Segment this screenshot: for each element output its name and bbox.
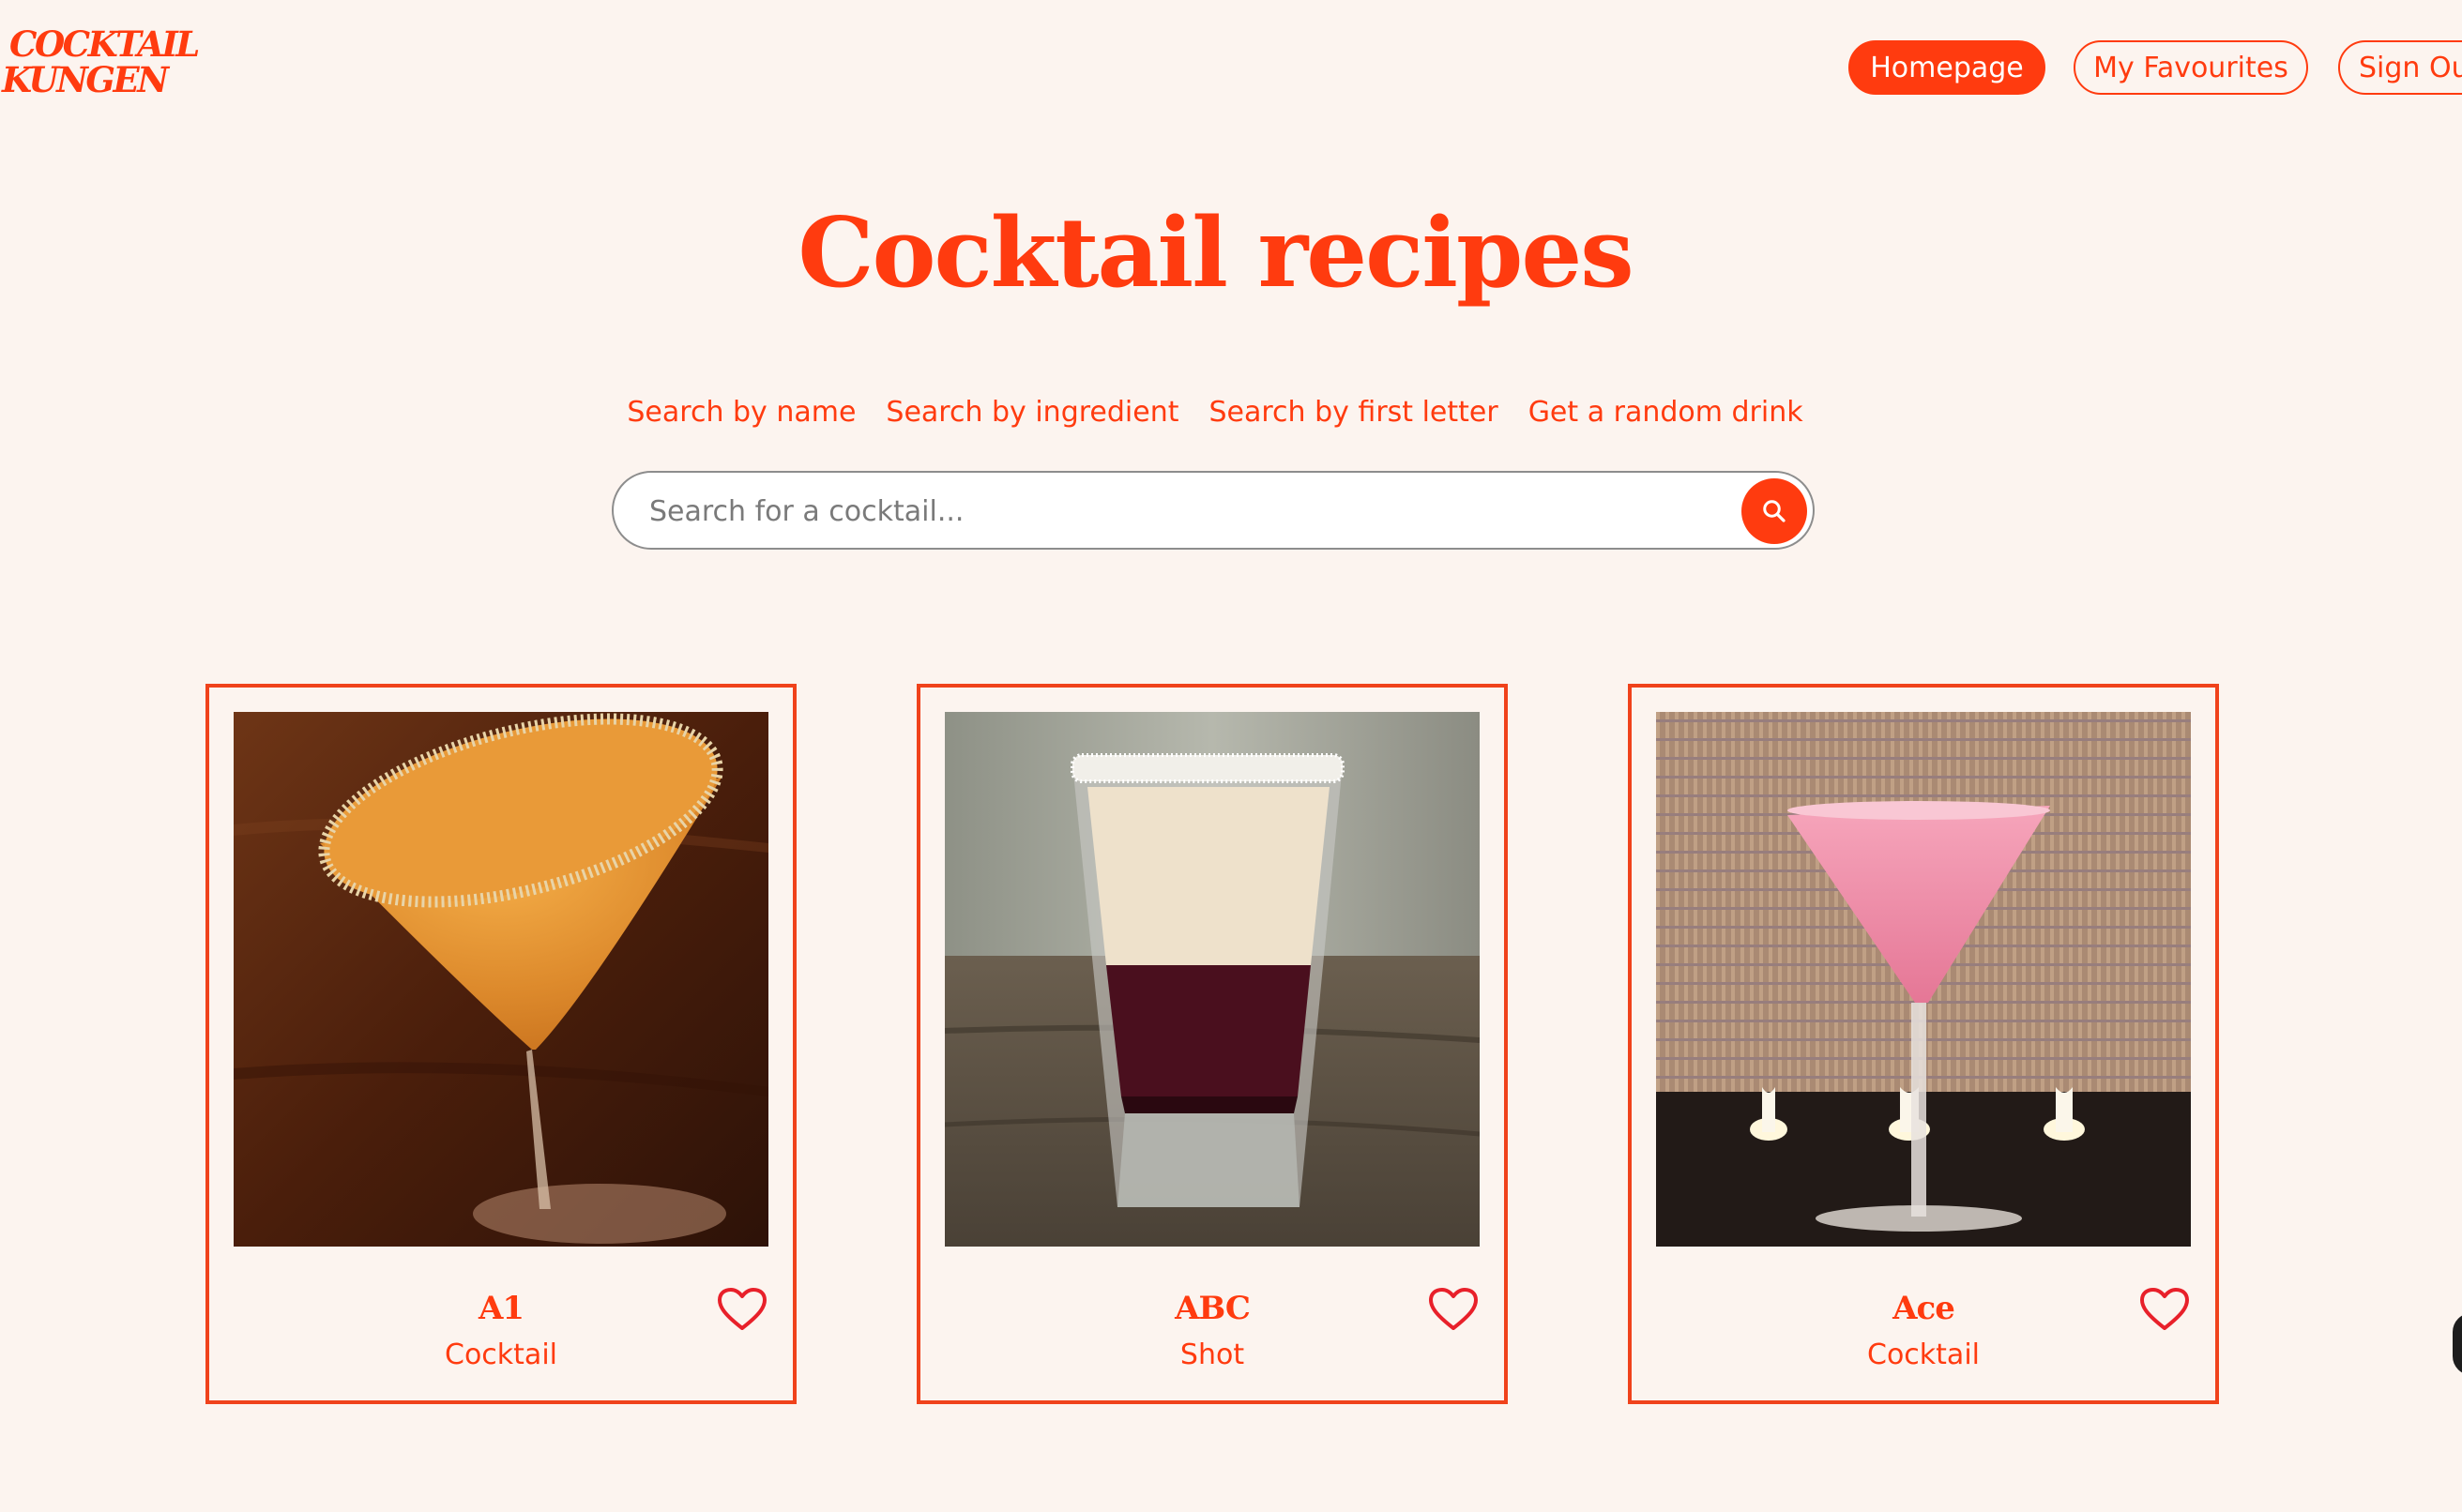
drink-category: Cocktail [445,1338,557,1371]
page: COCKTAIL KUNGEN Homepage My Favourites S… [0,0,2462,1512]
drink-image[interactable] [945,712,1480,1247]
page-title: Cocktail recipes [798,197,1634,310]
search-by-name-link[interactable]: Search by name [627,392,856,433]
search-input[interactable] [647,473,1683,550]
brand-logo[interactable]: COCKTAIL KUNGEN [2,23,200,100]
drink-category: Cocktail [1867,1338,1980,1371]
nav-homepage-button[interactable]: Homepage [1848,40,2045,95]
search-button[interactable] [1741,478,1807,544]
drink-name[interactable]: ABC [920,1288,1504,1329]
heart-icon[interactable] [1427,1286,1480,1333]
brand-logo-line2: KUNGEN [2,59,169,100]
random-drink-link[interactable]: Get a random drink [1528,392,1803,433]
heart-icon[interactable] [2138,1286,2191,1333]
search-bar [612,471,1815,550]
drink-image[interactable] [1656,712,2191,1247]
search-by-first-letter-link[interactable]: Search by first letter [1208,392,1497,433]
chat-widget-button[interactable] [2453,1313,2462,1375]
drink-category: Shot [1179,1338,1245,1371]
heart-icon[interactable] [716,1286,768,1333]
search-by-ingredient-link[interactable]: Search by ingredient [886,392,1178,433]
drink-name[interactable]: A1 [209,1288,793,1329]
nav-favourites-button[interactable]: My Favourites [2074,40,2308,95]
drink-card[interactable]: A1 Cocktail [205,684,797,1404]
brand-logo-line1: COCKTAIL [9,23,200,65]
search-icon [1763,500,1786,522]
drink-card[interactable]: ABC Shot [917,684,1508,1404]
search-mode-links: Search by name Search by ingredient Sear… [0,392,2430,433]
drink-name[interactable]: Ace [1632,1288,2215,1329]
drink-card[interactable]: Ace Cocktail [1628,684,2219,1404]
nav-sign-out-button[interactable]: Sign Out [2338,40,2462,95]
drink-image[interactable] [234,712,768,1247]
